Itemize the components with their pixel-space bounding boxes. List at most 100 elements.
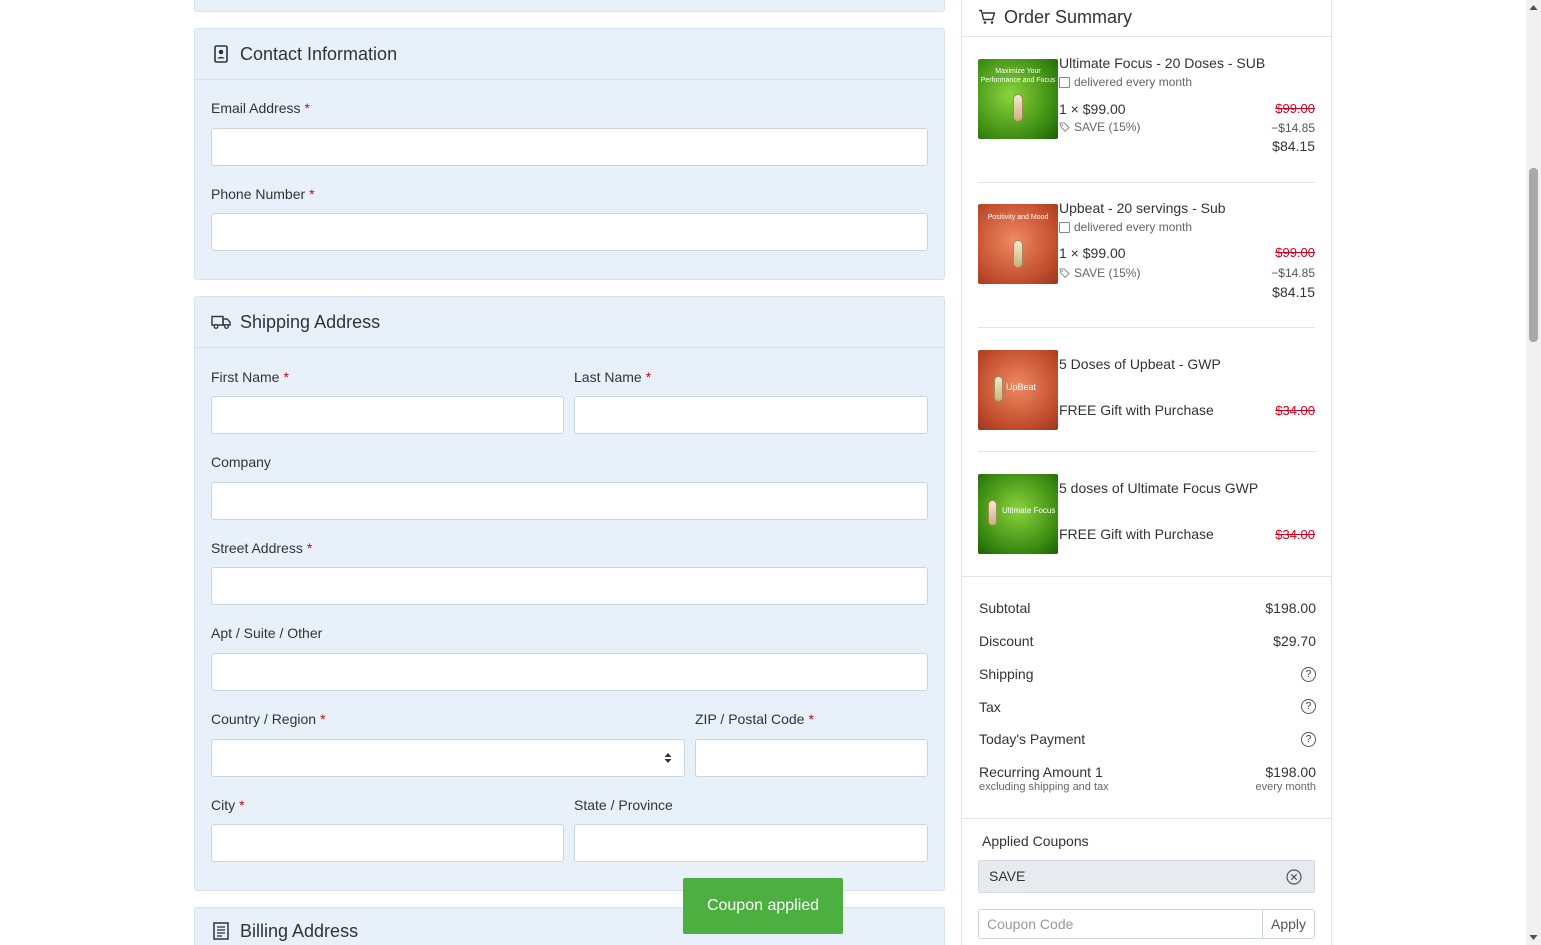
scroll-down-arrow-icon[interactable]: [1529, 934, 1538, 941]
todays-payment-row: Today's Payment ?: [979, 731, 1316, 747]
select-arrows-icon: [664, 753, 672, 763]
company-label: Company: [211, 454, 271, 470]
street-label: Street Address *: [211, 540, 313, 556]
zip-label: ZIP / Postal Code *: [695, 711, 814, 727]
subtotal-row: Subtotal $198.00: [979, 600, 1316, 616]
recurring-row: Recurring Amount 1 excluding shipping an…: [979, 764, 1316, 794]
coupon-code-input[interactable]: Coupon Code: [978, 909, 1263, 939]
street-address-field[interactable]: [211, 567, 928, 605]
item-frequency: delivered every month: [1059, 220, 1192, 234]
help-icon[interactable]: ?: [1301, 667, 1316, 682]
item-original-price: $34.00: [1275, 527, 1315, 542]
item-total: $84.15: [1272, 138, 1315, 154]
shipping-address-panel: Shipping Address First Name * Last Name * …: [194, 296, 945, 891]
item-qty-price: 1 × $99.00: [1059, 101, 1126, 117]
divider: [978, 451, 1315, 452]
shipping-title: Shipping Address: [240, 311, 381, 332]
thumbnail-text: Ultimate Focus: [1002, 506, 1056, 515]
capsule-icon: [1013, 240, 1023, 268]
truck-icon: [211, 312, 231, 332]
billing-title: Billing Address: [240, 920, 359, 941]
billing-document-icon: [211, 921, 231, 941]
item-note: FREE Gift with Purchase: [1059, 402, 1214, 418]
help-icon[interactable]: ?: [1301, 732, 1316, 747]
contact-card-icon: [211, 44, 231, 64]
applied-coupon-chip: SAVE: [978, 860, 1315, 893]
scrollbar-thumb[interactable]: [1529, 168, 1538, 342]
item-original-price: $99.00: [1275, 101, 1315, 116]
email-field[interactable]: [211, 128, 928, 166]
phone-field[interactable]: [211, 213, 928, 251]
item-name: Upbeat - 20 servings - Sub: [1059, 200, 1226, 216]
remove-coupon-icon[interactable]: [1286, 869, 1302, 885]
apt-label: Apt / Suite / Other: [211, 625, 323, 641]
zip-field[interactable]: [695, 739, 928, 777]
subtotal-label: Subtotal: [979, 600, 1031, 616]
item-qty-price: 1 × $99.00: [1059, 245, 1126, 261]
page-scrollbar[interactable]: [1526, 0, 1541, 945]
thumbnail-text: Maximize Your Performance and Focus: [980, 68, 1056, 84]
capsule-icon: [994, 376, 1003, 402]
thumbnail-text: UpBeat: [1006, 382, 1037, 392]
state-field[interactable]: [574, 824, 928, 862]
country-label: Country / Region *: [211, 711, 326, 727]
order-summary-title: Order Summary: [1004, 6, 1133, 27]
email-label: Email Address *: [211, 100, 310, 116]
line-item: Ultimate Focus 5 doses of Ultimate Focus…: [978, 474, 1315, 554]
divider: [978, 327, 1315, 328]
order-summary-header: Order Summary: [962, 0, 1331, 37]
first-name-field[interactable]: [211, 396, 564, 434]
product-thumbnail: UpBeat: [978, 350, 1058, 430]
contact-information-panel: Contact Information Email Address * Phone…: [194, 28, 945, 280]
help-icon[interactable]: ?: [1301, 699, 1316, 714]
item-note: FREE Gift with Purchase: [1059, 526, 1214, 542]
country-select[interactable]: [211, 739, 685, 777]
order-summary: Order Summary Maximize Your Performance …: [961, 0, 1332, 945]
line-item: UpBeat 5 Doses of Upbeat - GWP FREE Gift…: [978, 350, 1315, 430]
item-discount-label: SAVE (15%): [1059, 266, 1140, 280]
thumbnail-text: Positivity and Mood: [987, 214, 1049, 221]
item-name: 5 doses of Ultimate Focus GWP: [1059, 480, 1259, 496]
discount-row: Discount $29.70: [979, 633, 1316, 649]
tag-icon: [1059, 122, 1070, 132]
item-discount-label: SAVE (15%): [1059, 120, 1140, 134]
product-thumbnail: Maximize Your Performance and Focus: [978, 59, 1058, 139]
capsule-icon: [1013, 94, 1023, 122]
toast-message: Coupon applied: [706, 897, 820, 914]
previous-section-panel: [194, 0, 945, 12]
contact-title: Contact Information: [240, 43, 398, 64]
calendar-icon: [1059, 76, 1070, 88]
recurring-value: $198.00: [1265, 764, 1316, 780]
discount-value: $29.70: [1273, 633, 1316, 649]
state-label: State / Province: [574, 797, 673, 813]
last-name-field[interactable]: [574, 396, 928, 434]
item-original-price: $34.00: [1275, 403, 1315, 418]
item-name: 5 Doses of Upbeat - GWP: [1059, 356, 1221, 372]
item-frequency: delivered every month: [1059, 75, 1192, 89]
recurring-frequency: every month: [1255, 781, 1316, 793]
item-total: $84.15: [1272, 284, 1315, 300]
shipping-label: Shipping: [979, 666, 1034, 682]
line-item: Positivity and Mood Upbeat - 20 servings…: [978, 200, 1315, 304]
item-name: Ultimate Focus - 20 Doses - SUB: [1059, 55, 1266, 71]
last-name-label: Last Name *: [574, 369, 652, 385]
city-field[interactable]: [211, 824, 564, 862]
capsule-icon: [988, 500, 997, 526]
divider: [962, 818, 1331, 819]
subtotal-value: $198.00: [1265, 600, 1316, 616]
apply-coupon-button[interactable]: Apply: [1262, 909, 1315, 939]
product-thumbnail: Positivity and Mood: [978, 204, 1058, 284]
company-field[interactable]: [211, 482, 928, 520]
apt-field[interactable]: [211, 653, 928, 691]
applied-coupons-title: Applied Coupons: [982, 833, 1089, 849]
coupon-applied-toast: Coupon applied: [683, 878, 843, 934]
coupon-code: SAVE: [989, 868, 1026, 884]
calendar-icon: [1059, 221, 1070, 233]
cart-icon: [978, 9, 996, 25]
scroll-up-arrow-icon[interactable]: [1529, 4, 1538, 11]
tax-label: Tax: [979, 699, 1001, 715]
city-label: City *: [211, 797, 245, 813]
item-discount-amount: −$14.85: [1271, 121, 1315, 135]
first-name-label: First Name *: [211, 369, 289, 385]
divider: [962, 576, 1331, 577]
